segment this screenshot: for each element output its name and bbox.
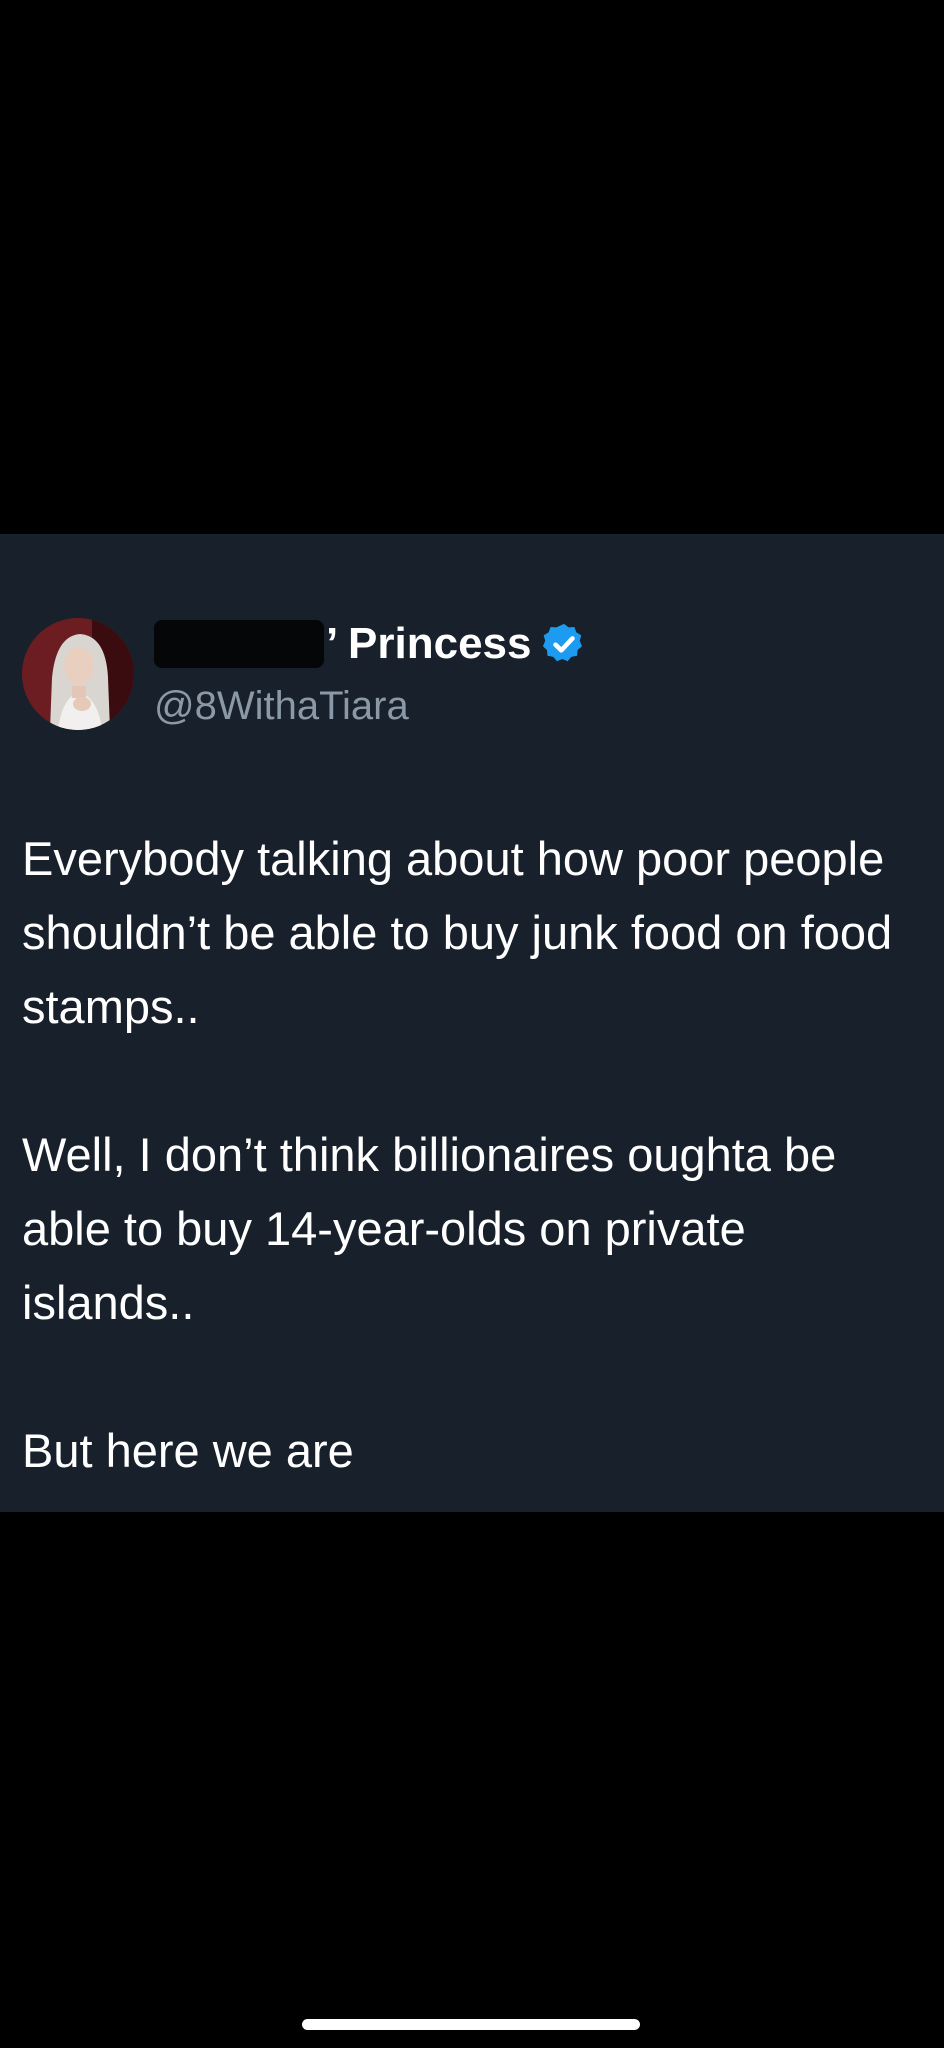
author-display-name[interactable]: ’ Princess bbox=[326, 614, 531, 674]
verified-badge-icon bbox=[541, 621, 587, 667]
home-indicator[interactable] bbox=[302, 2019, 640, 2030]
avatar-image bbox=[22, 618, 134, 730]
profile-avatar[interactable] bbox=[22, 618, 134, 730]
tweet-paragraph: But here we are bbox=[22, 1424, 354, 1477]
author-name-row[interactable]: ’ Princess bbox=[154, 614, 587, 674]
tweet-paragraph: Everybody talking about how poor people … bbox=[22, 832, 893, 1033]
tweet-paragraph: Well, I don’t think billionaires oughta … bbox=[22, 1128, 837, 1329]
author-handle[interactable]: @8WithaTiara bbox=[154, 680, 409, 732]
redacted-name-portion bbox=[154, 620, 324, 668]
screen: ’ Princess @8WithaTiara Everybody talkin… bbox=[0, 0, 944, 2048]
tweet-text: Everybody talking about how poor people … bbox=[22, 822, 922, 1488]
